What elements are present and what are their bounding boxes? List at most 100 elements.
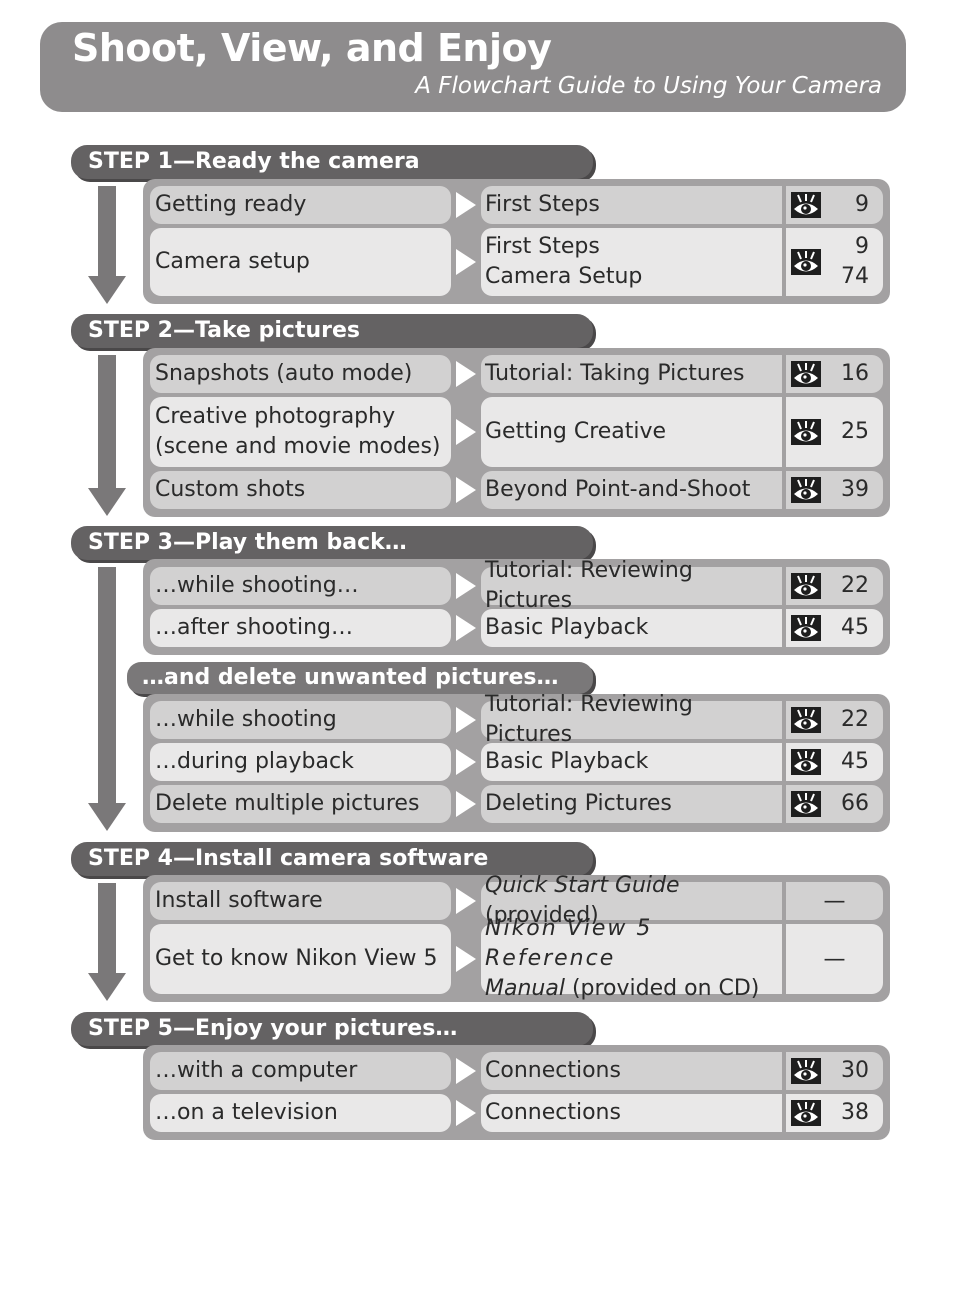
eye-reference-icon: [791, 791, 821, 817]
reference-title: Basic Playback: [485, 615, 649, 640]
task-cell: Delete multiple pictures: [150, 785, 451, 823]
table-row: Snapshots (auto mode) Tutorial: Taking P…: [150, 355, 883, 393]
page-number: 39: [841, 477, 869, 502]
page-ref-cell: 66: [786, 785, 883, 823]
page-number: 74: [841, 264, 869, 289]
page-ref-cell: 22: [786, 701, 883, 739]
right-triangle-icon: [456, 749, 476, 775]
eye-reference-icon: [791, 477, 821, 503]
reference-title: Connections: [485, 1058, 621, 1083]
task-cell: Creative photography (scene and movie mo…: [150, 397, 451, 467]
table-row: Delete multiple pictures Deleting Pictur…: [150, 785, 883, 823]
eye-reference-icon: [791, 192, 821, 218]
page-ref-cell: 16: [786, 355, 883, 393]
table-row: …with a computer Connections 30: [150, 1052, 883, 1090]
reference-title: Tutorial: Taking Pictures: [485, 361, 745, 386]
table-row: …during playback Basic Playback 45: [150, 743, 883, 781]
right-triangle-icon: [456, 1100, 476, 1126]
reference-cell: First Steps Camera Setup: [481, 228, 782, 296]
page-number: 66: [841, 791, 869, 816]
page-subtitle: A Flowchart Guide to Using Your Camera: [415, 73, 882, 99]
reference-italic: Nikon View 5 Reference: [485, 916, 653, 971]
reference-suffix: (provided on CD): [564, 976, 760, 1001]
step-3-header: STEP 3—Play them back…: [71, 526, 593, 560]
reference-cell: First Steps: [481, 186, 782, 224]
table-row: …on a television Connections 38: [150, 1094, 883, 1132]
table-row: Creative photography (scene and movie mo…: [150, 397, 883, 467]
page-ref-cell: 25: [786, 397, 883, 467]
reference-italic: Manual: [485, 976, 565, 1001]
title-banner: Shoot, View, and Enjoy A Flowchart Guide…: [40, 22, 906, 112]
page-ref-cell: 45: [786, 743, 883, 781]
reference-cell: Tutorial: Reviewing Pictures: [481, 558, 782, 613]
table-row: Get to know Nikon View 5 Nikon View 5 Re…: [150, 916, 883, 1001]
reference-cell: Getting Creative: [481, 397, 782, 467]
page-number: 25: [841, 419, 869, 444]
task-cell: …with a computer: [150, 1052, 451, 1090]
page-ref-cell: 38: [786, 1094, 883, 1132]
delete-panel: …while shooting Tutorial: Reviewing Pict…: [143, 692, 890, 832]
reference-cell: Basic Playback: [481, 609, 782, 647]
reference-cell: Tutorial: Taking Pictures: [481, 355, 782, 393]
eye-reference-icon: [791, 707, 821, 733]
reference-title: First Steps: [485, 192, 600, 217]
right-triangle-icon: [456, 419, 476, 445]
page-number: 22: [841, 707, 869, 732]
right-triangle-icon: [456, 361, 476, 387]
right-triangle-icon: [456, 249, 476, 275]
page-ref-cell: 9 74: [786, 228, 883, 296]
task-cell: Custom shots: [150, 471, 451, 509]
reference-cell: Connections: [481, 1052, 782, 1090]
page-ref-cell: 39: [786, 471, 883, 509]
right-triangle-icon: [456, 477, 476, 503]
down-arrow-icon: [88, 186, 126, 304]
reference-title: Deleting Pictures: [485, 791, 672, 816]
right-triangle-icon: [456, 946, 476, 972]
reference-title: Beyond Point-and-Shoot: [485, 477, 751, 502]
right-triangle-icon: [456, 791, 476, 817]
page-ref-cell: 22: [786, 567, 883, 605]
page-ref-cell: 9: [786, 186, 883, 224]
no-page-dash: —: [823, 946, 846, 972]
page-ref-cell: —: [786, 924, 883, 994]
page-title: Shoot, View, and Enjoy: [72, 26, 552, 70]
eye-reference-icon: [791, 615, 821, 641]
step-2-header: STEP 2—Take pictures: [71, 314, 593, 348]
step-4-panel: Install software Quick Start Guide (prov…: [143, 873, 890, 1002]
reference-title: First Steps: [485, 234, 600, 259]
reference-cell: Connections: [481, 1094, 782, 1132]
page-number: 30: [841, 1058, 869, 1083]
page-ref-cell: 45: [786, 609, 883, 647]
right-triangle-icon: [456, 707, 476, 733]
reference-title: Manual (provided on CD): [485, 974, 782, 1004]
right-triangle-icon: [456, 192, 476, 218]
step-1-panel: Getting ready First Steps 9 Camera setup…: [143, 179, 890, 304]
task-cell: Snapshots (auto mode): [150, 355, 451, 393]
step-2-panel: Snapshots (auto mode) Tutorial: Taking P…: [143, 348, 890, 517]
table-row: …after shooting… Basic Playback 45: [150, 609, 883, 647]
eye-reference-icon: [791, 419, 821, 445]
eye-reference-icon: [791, 573, 821, 599]
reference-cell: Beyond Point-and-Shoot: [481, 471, 782, 509]
reference-title: Connections: [485, 1100, 621, 1125]
no-page-dash: —: [823, 888, 846, 914]
right-triangle-icon: [456, 615, 476, 641]
table-row: …while shooting Tutorial: Reviewing Pict…: [150, 692, 883, 747]
eye-reference-icon: [791, 1058, 821, 1084]
reference-cell: Deleting Pictures: [481, 785, 782, 823]
step-5-panel: …with a computer Connections 30 …on a te…: [143, 1045, 890, 1140]
down-arrow-icon: [88, 883, 126, 1003]
task-cell: Getting ready: [150, 186, 451, 224]
reference-title: Tutorial: Reviewing Pictures: [485, 692, 693, 747]
table-row: Custom shots Beyond Point-and-Shoot 39: [150, 471, 883, 509]
step-1-header: STEP 1—Ready the camera: [71, 145, 593, 179]
reference-cell: Basic Playback: [481, 743, 782, 781]
page-ref-cell: 30: [786, 1052, 883, 1090]
reference-title: Camera Setup: [485, 264, 643, 289]
right-triangle-icon: [456, 573, 476, 599]
reference-title: Tutorial: Reviewing Pictures: [485, 558, 693, 613]
page-number: 9: [855, 234, 869, 259]
eye-reference-icon: [791, 361, 821, 387]
table-row: Camera setup First Steps Camera Setup 9 …: [150, 228, 883, 296]
table-row: …while shooting… Tutorial: Reviewing Pic…: [150, 558, 883, 613]
